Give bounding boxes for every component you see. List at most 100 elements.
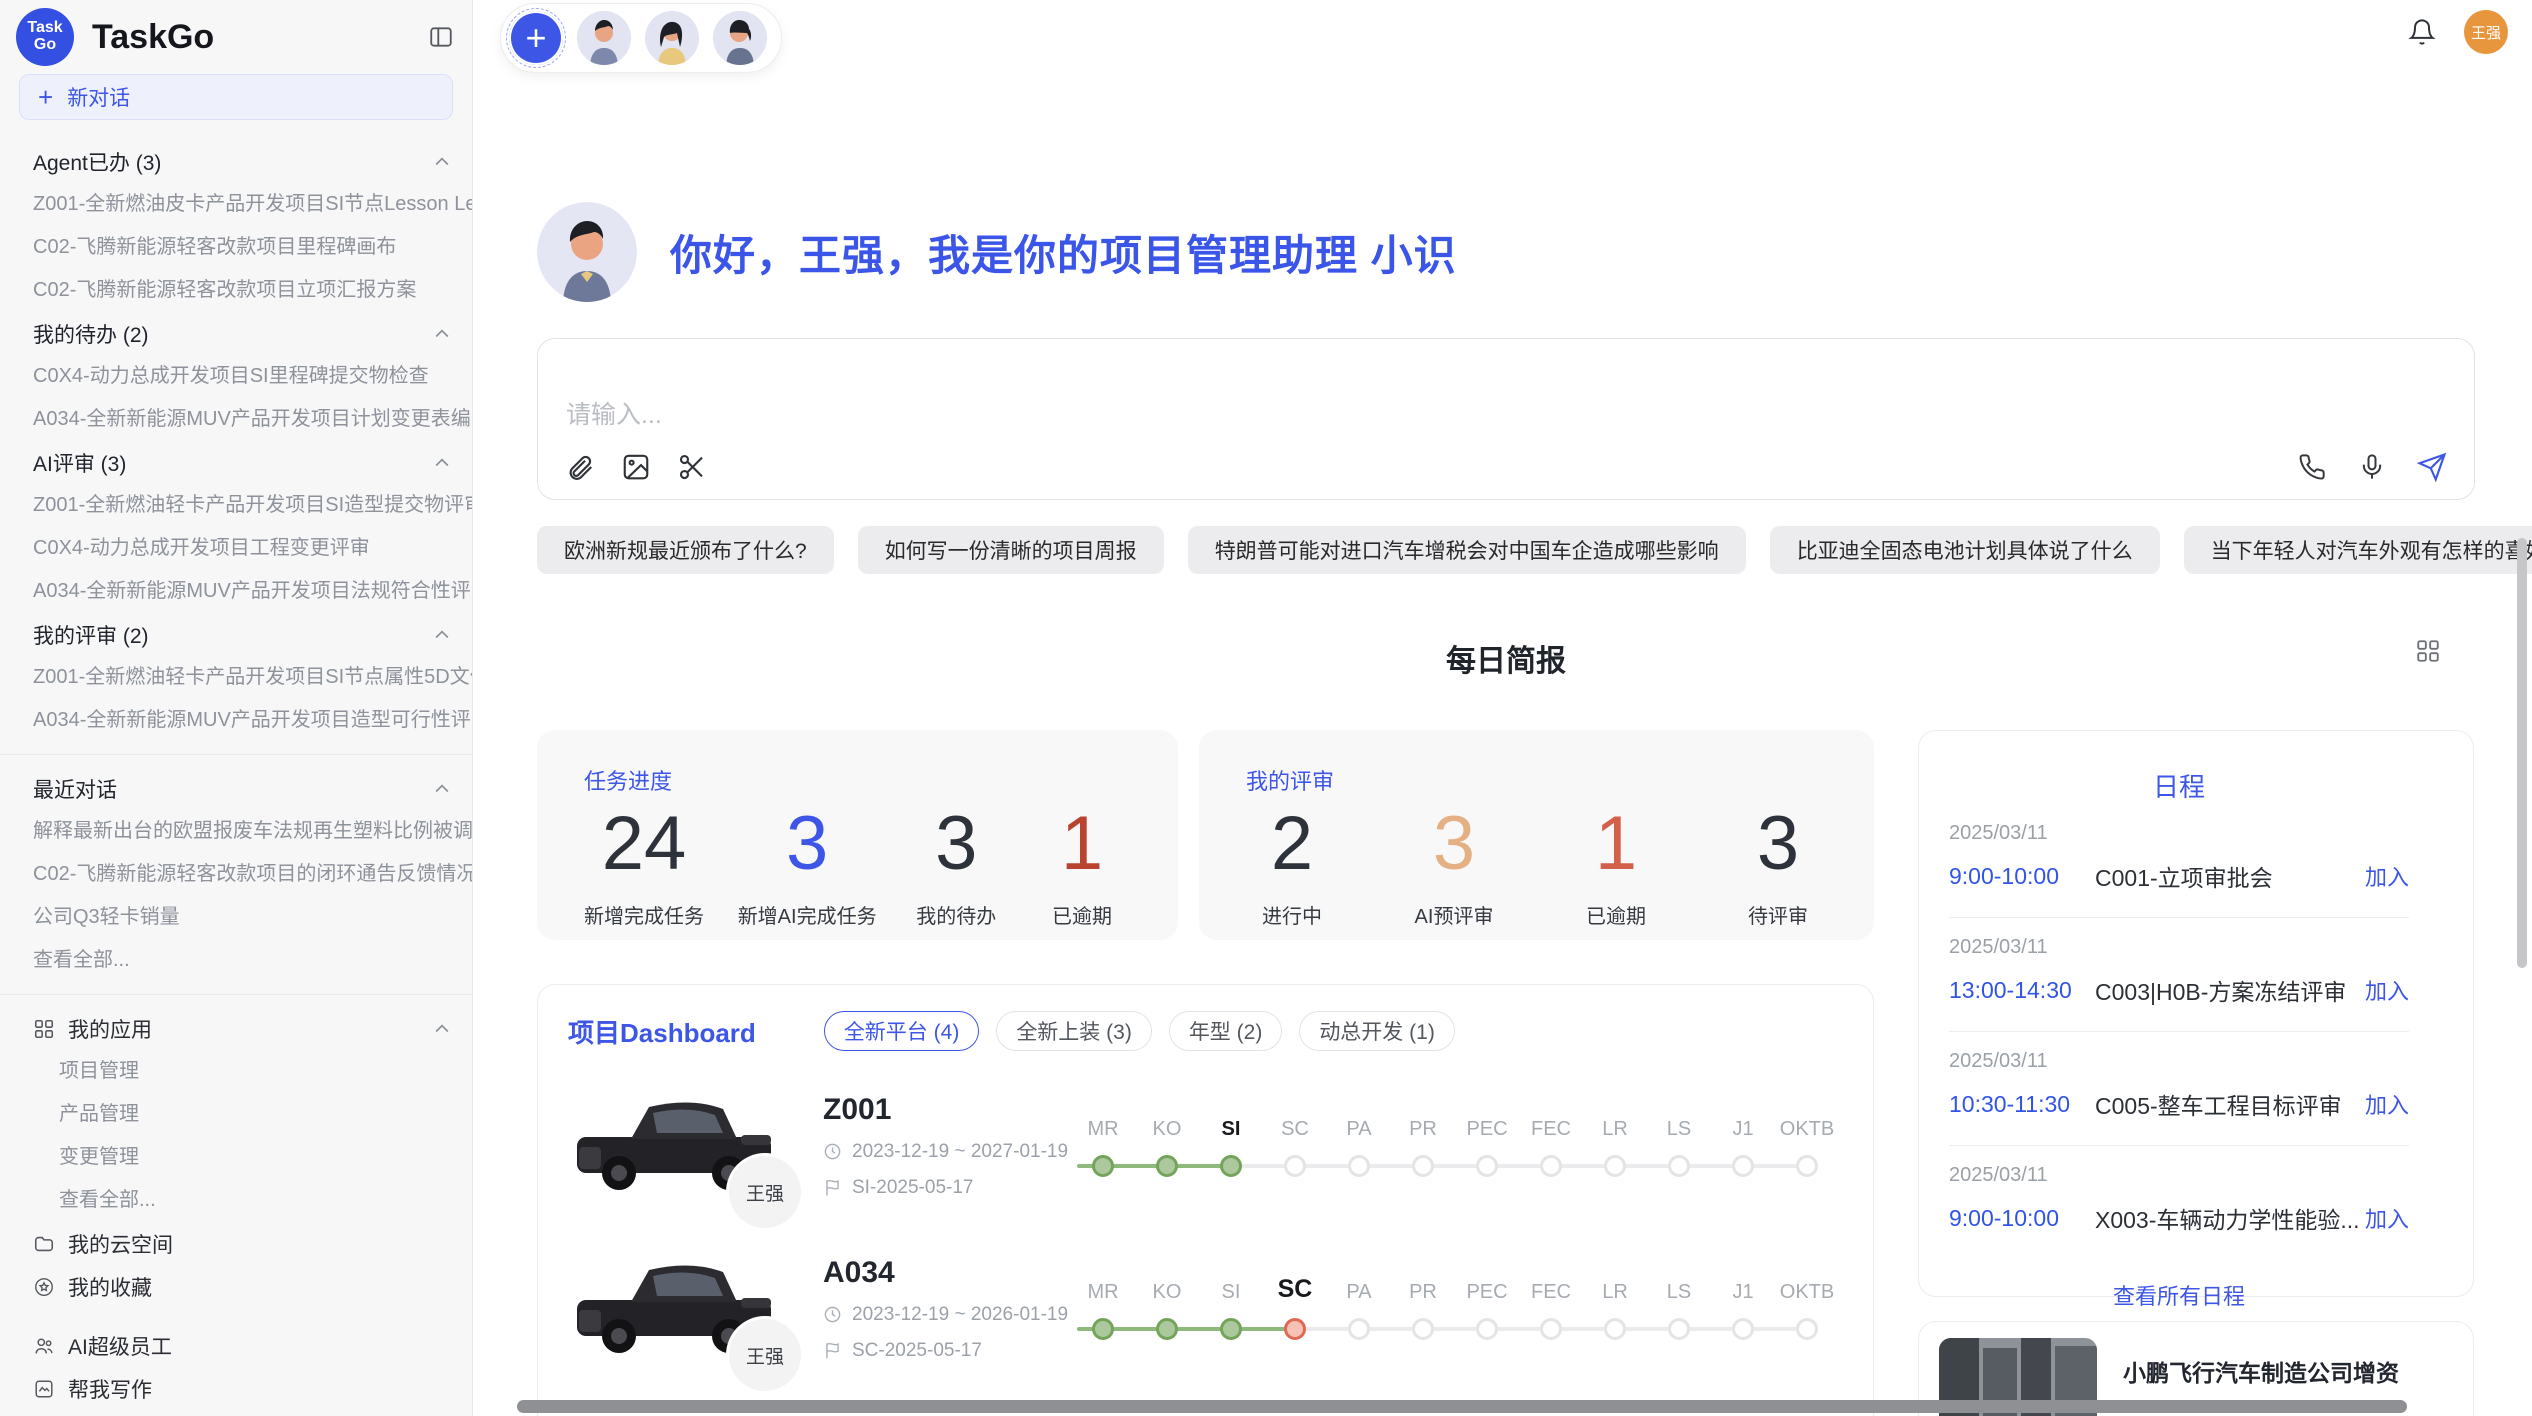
horizontal-scrollbar[interactable] [517, 1400, 2407, 1413]
team-pill: + [500, 3, 782, 73]
sidebar-app-item[interactable]: 产品管理 [0, 1093, 472, 1136]
sidebar-section-header[interactable]: 我的评审 (2) [0, 613, 472, 656]
milestone-dot [1668, 1318, 1690, 1340]
vertical-scrollbar[interactable] [2517, 538, 2527, 968]
new-chat-button[interactable]: + 新对话 [19, 74, 453, 120]
milestone-label: PA [1327, 1281, 1391, 1304]
sidebar-conversation-item[interactable]: 查看全部... [0, 939, 472, 982]
project-row: 王强Z0012023-12-19 ~ 2027-01-19SI-2025-05-… [573, 1077, 1843, 1214]
sidebar-item-cloud-space[interactable]: 我的云空间 [0, 1222, 472, 1265]
collapse-sidebar-icon[interactable] [426, 22, 456, 52]
member-avatar[interactable] [577, 11, 631, 65]
sidebar-item-help-writing[interactable]: 帮我写作 [0, 1367, 472, 1410]
chevron-up-icon [432, 152, 452, 172]
sidebar-conversation-item[interactable]: A034-全新新能源MUV产品开发项目计划变更表编写 [0, 398, 472, 441]
sidebar-conversation-item[interactable]: Z001-全新燃油轻卡产品开发项目SI造型提交物评审 [0, 484, 472, 527]
schedule-time: 9:00-10:00 [1949, 863, 2095, 890]
suggestion-chip[interactable]: 比亚迪全固态电池计划具体说了什么 [1770, 526, 2160, 574]
sidebar-conversation-item[interactable]: Z001-全新燃油皮卡产品开发项目SI节点Lesson Learn报告 [0, 183, 472, 226]
attachment-icon[interactable] [564, 451, 596, 483]
member-avatar[interactable] [645, 11, 699, 65]
sidebar-conversation-item[interactable]: 公司Q3轻卡销量 [0, 896, 472, 939]
stat-item: 3AI预评审 [1408, 806, 1500, 929]
suggestion-chip[interactable]: 如何写一份清晰的项目周报 [858, 526, 1164, 574]
member-avatar[interactable] [713, 11, 767, 65]
sidebar-nav: Agent已办 (3)Z001-全新燃油皮卡产品开发项目SI节点Lesson L… [0, 132, 472, 1416]
sidebar-item-favorites[interactable]: 我的收藏 [0, 1265, 472, 1308]
phone-call-icon[interactable] [2296, 451, 2328, 483]
sidebar-conversation-item[interactable]: C0X4-动力总成开发项目SI里程碑提交物检查 [0, 355, 472, 398]
assistant-avatar [537, 202, 637, 302]
schedule-name: X003-车辆动力学性能验... [2095, 1201, 2365, 1235]
milestone-dot [1476, 1318, 1498, 1340]
sidebar-conversation-item[interactable]: Z001-全新燃油轻卡产品开发项目SI节点属性5D文件评审 [0, 656, 472, 699]
join-meeting-link[interactable]: 加入 [2365, 1202, 2409, 1234]
greeting-text: 你好，王强，我是你的项目管理助理 小识 [670, 222, 1457, 283]
suggestion-chip[interactable]: 特朗普可能对进口汽车增税会对中国车企造成哪些影响 [1188, 526, 1746, 574]
microphone-icon[interactable] [2356, 451, 2388, 483]
sidebar-section-header[interactable]: Agent已办 (3) [0, 140, 472, 183]
sidebar-item-my-apps[interactable]: 我的应用 [0, 1007, 472, 1050]
sidebar-section-header[interactable]: 我的待办 (2) [0, 312, 472, 355]
schedule-time: 10:30-11:30 [1949, 1091, 2095, 1118]
join-meeting-link[interactable]: 加入 [2365, 974, 2409, 1006]
dashboard-tab[interactable]: 动总开发 (1) [1299, 1011, 1455, 1051]
milestone-label: FEC [1519, 1281, 1583, 1304]
sidebar-item-ai-employee[interactable]: AI超级员工 [0, 1324, 472, 1367]
main-area: + 王强 你好，王强，我是你的项目管理助理 小识 [473, 0, 2532, 1416]
schedule-title: 日程 [1949, 767, 2409, 804]
section-title: 最近对话 [33, 774, 117, 804]
sidebar-section-header[interactable]: AI评审 (3) [0, 441, 472, 484]
send-icon[interactable] [2416, 451, 2448, 483]
milestone-dot [1732, 1318, 1754, 1340]
milestone-dot [1284, 1318, 1306, 1340]
suggestion-chip[interactable]: 当下年轻人对汽车外观有怎样的喜好趋势 [2184, 526, 2532, 574]
sidebar-app-item[interactable]: 项目管理 [0, 1050, 472, 1093]
sidebar-conversation-item[interactable]: 解释最新出台的欧盟报废车法规再生塑料比例被调至15%... [0, 810, 472, 853]
sidebar-sections: Agent已办 (3)Z001-全新燃油皮卡产品开发项目SI节点Lesson L… [0, 140, 472, 742]
image-upload-icon[interactable] [620, 451, 652, 483]
sidebar-item-creative-drawing[interactable]: 创意制图 [0, 1410, 472, 1416]
message-input[interactable] [566, 401, 1766, 430]
scissors-icon[interactable] [676, 451, 708, 483]
sidebar-conversation-item[interactable]: C02-飞腾新能源轻客改款项目立项汇报方案 [0, 269, 472, 312]
sidebar-conversation-item[interactable]: C02-飞腾新能源轻客改款项目的闭环通告反馈情况 [0, 853, 472, 896]
stat-label: 待评审 [1732, 900, 1824, 929]
app-title: TaskGo [92, 18, 426, 57]
milestone-label: LR [1583, 1118, 1647, 1141]
sidebar-app-item[interactable]: 变更管理 [0, 1136, 472, 1179]
sidebar-item-label: 我的云空间 [68, 1229, 173, 1259]
writing-doc-icon [33, 1378, 55, 1400]
user-avatar[interactable]: 王强 [2464, 10, 2508, 54]
schedule-list: 2025/03/119:00-10:00C001-立项审批会加入2025/03/… [1949, 804, 2409, 1259]
stat-card-title: 任务进度 [584, 764, 1128, 796]
schedule-name: C005-整车工程目标评审 [2095, 1087, 2365, 1121]
dashboard-title: 项目Dashboard [568, 1013, 756, 1050]
milestone-label: LS [1647, 1118, 1711, 1141]
add-member-button[interactable]: + [509, 11, 563, 65]
dashboard-tab[interactable]: 全新上装 (3) [996, 1011, 1152, 1051]
sidebar-app-item[interactable]: 查看全部... [0, 1179, 472, 1222]
suggestion-chip[interactable]: 欧洲新规最近颁布了什么? [537, 526, 834, 574]
schedule-name: C003|H0B-方案冻结评审 [2095, 973, 2365, 1007]
sidebar-conversation-item[interactable]: A034-全新新能源MUV产品开发项目造型可行性评审 [0, 699, 472, 742]
sidebar-section-header[interactable]: 最近对话 [0, 767, 472, 810]
stat-item: 1已逾期 [1036, 806, 1128, 929]
milestone-dot [1412, 1155, 1434, 1177]
stat-value: 3 [910, 806, 1002, 882]
view-all-schedule-link[interactable]: 查看所有日程 [1949, 1259, 2409, 1311]
dashboard-tab[interactable]: 年型 (2) [1169, 1011, 1283, 1051]
dashboard-tab[interactable]: 全新平台 (4) [824, 1011, 980, 1051]
stat-label: 新增完成任务 [584, 900, 704, 929]
sidebar-conversation-item[interactable]: C0X4-动力总成开发项目工程变更评审 [0, 527, 472, 570]
sidebar-conversation-item[interactable]: C02-飞腾新能源轻客改款项目里程碑画布 [0, 226, 472, 269]
sidebar-conversation-item[interactable]: A034-全新新能源MUV产品开发项目法规符合性评审 [0, 570, 472, 613]
chevron-up-icon [432, 1019, 452, 1039]
join-meeting-link[interactable]: 加入 [2365, 860, 2409, 892]
stat-item: 24新增完成任务 [584, 806, 704, 929]
join-meeting-link[interactable]: 加入 [2365, 1088, 2409, 1120]
notification-bell-icon[interactable] [2406, 16, 2438, 48]
layout-grid-icon[interactable] [2415, 638, 2441, 669]
people-icon [33, 1335, 55, 1357]
flag-icon [823, 1341, 842, 1360]
